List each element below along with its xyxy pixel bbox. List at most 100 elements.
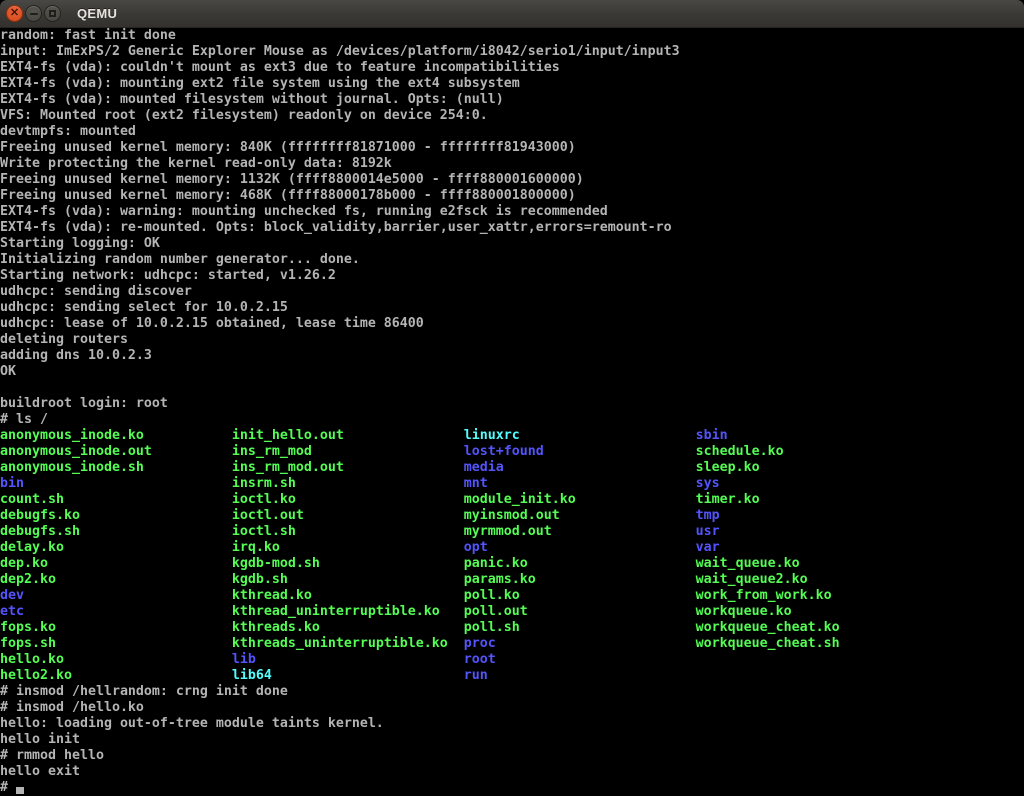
terminal-text: ins_rm_mod xyxy=(232,444,464,459)
terminal-line: fops.ko kthreads.ko poll.sh workqueue_ch… xyxy=(0,620,1024,636)
terminal-text: Freeing unused kernel memory: 1132K (fff… xyxy=(0,172,584,187)
terminal-line: # insmod /hellrandom: crng init done xyxy=(0,684,1024,700)
window-title: QEMU xyxy=(77,6,117,21)
terminal-text: udhcpc: sending select for 10.0.2.15 xyxy=(0,300,288,315)
terminal-text: timer.ko xyxy=(696,492,760,507)
close-button[interactable]: ✕ xyxy=(6,5,23,22)
terminal-text: module_init.ko xyxy=(464,492,696,507)
terminal-text: anonymous_inode.sh xyxy=(0,460,232,475)
terminal-text: opt xyxy=(464,540,696,555)
terminal-text: EXT4-fs (vda): warning: mounting uncheck… xyxy=(0,204,608,219)
terminal-line: debugfs.sh ioctl.sh myrmmod.out usr xyxy=(0,524,1024,540)
terminal-text: hello init xyxy=(0,732,80,747)
terminal-line: fops.sh kthreads_uninterruptible.ko proc… xyxy=(0,636,1024,652)
terminal-text: udhcpc: lease of 10.0.2.15 obtained, lea… xyxy=(0,316,424,331)
terminal-line: Write protecting the kernel read-only da… xyxy=(0,156,1024,172)
terminal-line: # rmmod hello xyxy=(0,748,1024,764)
terminal-line: udhcpc: sending select for 10.0.2.15 xyxy=(0,300,1024,316)
terminal-text: workqueue.ko xyxy=(696,604,792,619)
terminal-line: delay.ko irq.ko opt var xyxy=(0,540,1024,556)
terminal-text: EXT4-fs (vda): mounting ext2 file system… xyxy=(0,76,520,91)
terminal-line: buildroot login: root xyxy=(0,396,1024,412)
terminal-line: debugfs.ko ioctl.out myinsmod.out tmp xyxy=(0,508,1024,524)
terminal-text: kgdb-mod.sh xyxy=(232,556,464,571)
terminal-text: myrmmod.out xyxy=(464,524,696,539)
terminal-text: delay.ko xyxy=(0,540,232,555)
terminal-text: linuxrc xyxy=(464,428,696,443)
terminal-line: devtmpfs: mounted xyxy=(0,124,1024,140)
terminal-text: poll.sh xyxy=(464,620,696,635)
terminal-line: Freeing unused kernel memory: 840K (ffff… xyxy=(0,140,1024,156)
terminal-text: udhcpc: sending discover xyxy=(0,284,192,299)
terminal-text: irq.ko xyxy=(232,540,464,555)
terminal-text: myinsmod.out xyxy=(464,508,696,523)
terminal-text: run xyxy=(464,668,488,683)
terminal-line: Initializing random number generator... … xyxy=(0,252,1024,268)
terminal-text: lib64 xyxy=(232,668,464,683)
terminal-text: # insmod /hello.ko xyxy=(0,700,144,715)
maximize-icon xyxy=(49,10,56,17)
terminal-text: kthread.ko xyxy=(232,588,464,603)
terminal-line: deleting routers xyxy=(0,332,1024,348)
terminal-text: ioctl.out xyxy=(232,508,464,523)
terminal-line: OK xyxy=(0,364,1024,380)
terminal-line: hello.ko lib root xyxy=(0,652,1024,668)
terminal-text: # ls / xyxy=(0,412,48,427)
terminal-cursor xyxy=(16,787,24,794)
terminal-text: EXT4-fs (vda): couldn't mount as ext3 du… xyxy=(0,60,560,75)
terminal-line: VFS: Mounted root (ext2 filesystem) read… xyxy=(0,108,1024,124)
terminal-text: deleting routers xyxy=(0,332,128,347)
terminal-text: hello: loading out-of-tree module taints… xyxy=(0,716,384,731)
terminal-text: kgdb.sh xyxy=(232,572,464,587)
terminal-text: # insmod /hellrandom: crng init done xyxy=(0,684,288,699)
terminal-line: EXT4-fs (vda): mounting ext2 file system… xyxy=(0,76,1024,92)
terminal-text: hello2.ko xyxy=(0,668,232,683)
terminal-text: root xyxy=(464,652,496,667)
terminal-text: Freeing unused kernel memory: 840K (ffff… xyxy=(0,140,576,155)
terminal-text: poll.ko xyxy=(464,588,696,603)
terminal-text: insrm.sh xyxy=(232,476,464,491)
terminal-text: poll.out xyxy=(464,604,696,619)
terminal-line: Freeing unused kernel memory: 1132K (fff… xyxy=(0,172,1024,188)
close-icon: ✕ xyxy=(10,8,19,19)
terminal-line xyxy=(0,380,1024,396)
terminal-line: hello2.ko lib64 run xyxy=(0,668,1024,684)
terminal-screen[interactable]: random: fast init doneinput: ImExPS/2 Ge… xyxy=(0,28,1024,796)
terminal-text: sbin xyxy=(696,428,728,443)
terminal-text: work_from_work.ko xyxy=(696,588,832,603)
minimize-button[interactable] xyxy=(25,5,42,22)
terminal-line: EXT4-fs (vda): couldn't mount as ext3 du… xyxy=(0,60,1024,76)
window-titlebar[interactable]: ✕ QEMU xyxy=(0,0,1024,28)
terminal-text: workqueue_cheat.sh xyxy=(696,636,840,651)
terminal-line: bin insrm.sh mnt sys xyxy=(0,476,1024,492)
terminal-text: tmp xyxy=(696,508,720,523)
terminal-text: fops.sh xyxy=(0,636,232,651)
terminal-text: sleep.ko xyxy=(696,460,760,475)
terminal-text: wait_queue2.ko xyxy=(696,572,808,587)
terminal-text: debugfs.ko xyxy=(0,508,232,523)
terminal-text: params.ko xyxy=(464,572,696,587)
terminal-line: hello: loading out-of-tree module taints… xyxy=(0,716,1024,732)
terminal-text: dev xyxy=(0,588,232,603)
terminal-line: adding dns 10.0.2.3 xyxy=(0,348,1024,364)
terminal-text: hello.ko xyxy=(0,652,232,667)
maximize-button[interactable] xyxy=(44,5,61,22)
terminal-text: bin xyxy=(0,476,232,491)
terminal-text: adding dns 10.0.2.3 xyxy=(0,348,152,363)
terminal-text: schedule.ko xyxy=(696,444,784,459)
terminal-text: media xyxy=(464,460,696,475)
terminal-text: lib xyxy=(232,652,464,667)
terminal-line: count.sh ioctl.ko module_init.ko timer.k… xyxy=(0,492,1024,508)
terminal-text: # rmmod hello xyxy=(0,748,104,763)
terminal-line: Freeing unused kernel memory: 468K (ffff… xyxy=(0,188,1024,204)
terminal-text: anonymous_inode.ko xyxy=(0,428,232,443)
terminal-text: sys xyxy=(696,476,720,491)
terminal-line: random: fast init done xyxy=(0,28,1024,44)
terminal-text: anonymous_inode.out xyxy=(0,444,232,459)
terminal-text: hello exit xyxy=(0,764,80,779)
terminal-line: input: ImExPS/2 Generic Explorer Mouse a… xyxy=(0,44,1024,60)
terminal-text: # xyxy=(0,780,16,795)
terminal-text: OK xyxy=(0,364,16,379)
terminal-line: hello exit xyxy=(0,764,1024,780)
terminal-text: ioctl.ko xyxy=(232,492,464,507)
